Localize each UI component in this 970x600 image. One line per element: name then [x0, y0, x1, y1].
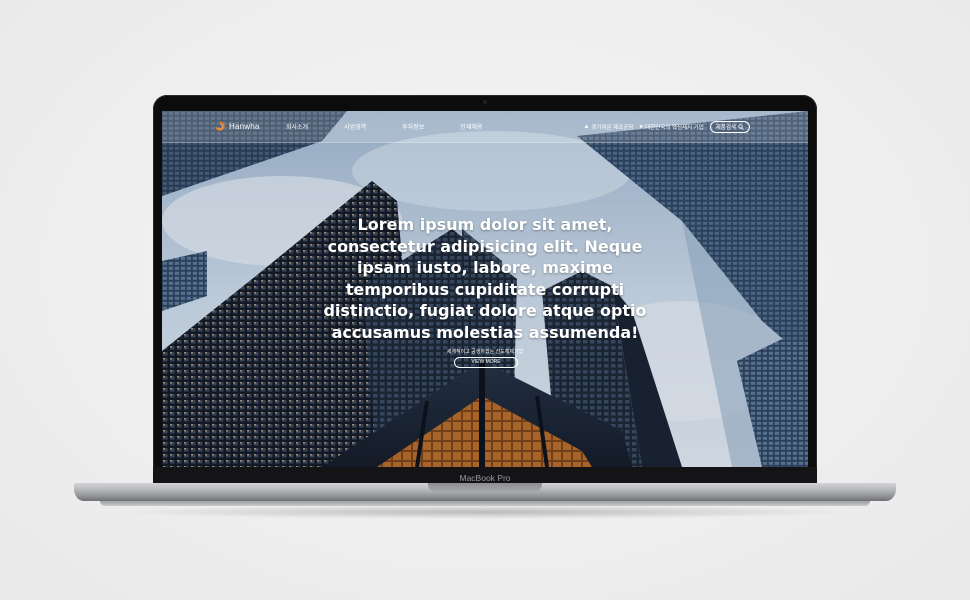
lid-opening-notch	[428, 483, 542, 492]
laptop-shadow	[110, 505, 860, 519]
screen-bottom-bezel: MacBook Pro	[153, 467, 817, 483]
product-search-button[interactable]: 제품검색	[709, 121, 750, 133]
mockup-stage: Hanwha 회사소개 사업영역 투자정보 인재채용 ▲ 경기여운 제조공장 ●…	[0, 0, 970, 600]
hanwha-logo-icon	[215, 121, 225, 131]
logo-text: Hanwha	[229, 121, 260, 131]
util-link-factory[interactable]: ▲ 경기여운 제조공장	[583, 123, 633, 131]
site-header: Hanwha 회사소개 사업영역 투자정보 인재채용 ▲ 경기여운 제조공장 ●…	[162, 111, 808, 143]
util-link-innovation[interactable]: ● 대한민국의 혁신제지 기업	[639, 123, 703, 131]
view-more-button[interactable]: VIEW MORE	[454, 357, 518, 368]
globe-icon: ●	[639, 124, 644, 130]
utility-nav: ▲ 경기여운 제조공장 ● 대한민국의 혁신제지 기업 제품검색	[583, 121, 750, 133]
main-nav: 회사소개 사업영역 투자정보 인재채용	[286, 122, 518, 131]
hero-subline: 세계적이고 공생하겠는 선도체제기업	[446, 349, 524, 355]
util-link-factory-label: 경기여운 제조공장	[591, 125, 634, 131]
nav-item-investor[interactable]: 투자정보	[402, 122, 424, 131]
device-model-label: MacBook Pro	[459, 473, 511, 483]
laptop-screen: Hanwha 회사소개 사업영역 투자정보 인재채용 ▲ 경기여운 제조공장 ●…	[162, 111, 808, 467]
webcam	[483, 100, 487, 104]
nav-item-careers[interactable]: 인재채용	[460, 122, 482, 131]
nav-item-business[interactable]: 사업영역	[344, 122, 366, 131]
util-link-innovation-label: 대한민국의 혁신제지 기업	[645, 125, 704, 131]
search-icon	[738, 124, 744, 130]
nav-item-company[interactable]: 회사소개	[286, 122, 308, 131]
product-search-label: 제품검색	[715, 125, 736, 131]
site-logo[interactable]: Hanwha	[214, 120, 260, 132]
hero-headline: Lorem ipsum dolor sit amet, consectetur …	[323, 215, 647, 342]
factory-icon: ▲	[583, 124, 590, 130]
laptop-base-edge	[100, 501, 870, 506]
